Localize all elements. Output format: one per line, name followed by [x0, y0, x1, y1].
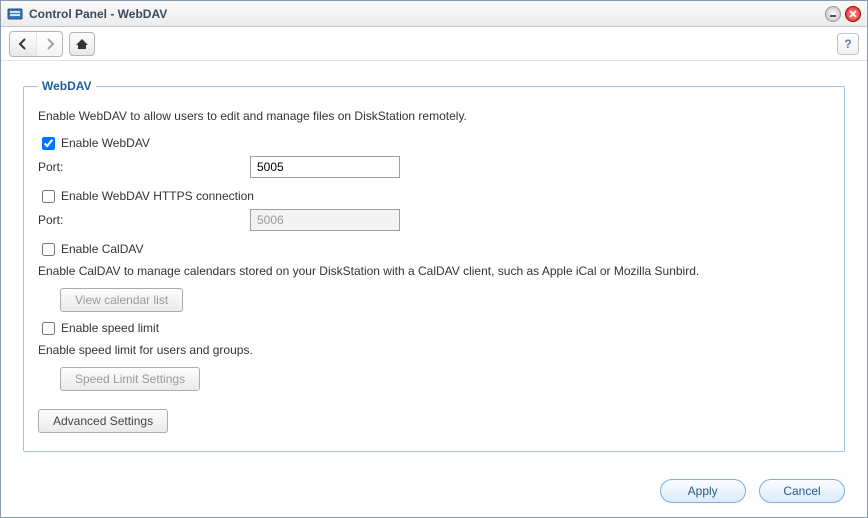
enable-webdav-checkbox[interactable]: [42, 137, 55, 150]
enable-https-row: Enable WebDAV HTTPS connection: [38, 186, 830, 205]
enable-speed-limit-checkbox[interactable]: [42, 322, 55, 335]
enable-caldav-label: Enable CalDAV: [61, 242, 144, 256]
webdav-port-input[interactable]: [250, 156, 400, 178]
content-area: WebDAV Enable WebDAV to allow users to e…: [1, 61, 867, 469]
view-calendar-list-button[interactable]: View calendar list: [60, 288, 183, 312]
https-port-row: Port:: [38, 209, 830, 231]
app-icon: [7, 6, 23, 22]
window-title: Control Panel - WebDAV: [29, 7, 821, 21]
close-button[interactable]: [845, 6, 861, 22]
caldav-note: Enable CalDAV to manage calendars stored…: [38, 262, 830, 280]
toolbar: ?: [1, 27, 867, 61]
speed-limit-button-row: Speed Limit Settings: [60, 367, 830, 391]
speed-limit-settings-button[interactable]: Speed Limit Settings: [60, 367, 200, 391]
help-icon: ?: [844, 37, 851, 51]
enable-webdav-label: Enable WebDAV: [61, 136, 150, 150]
apply-button[interactable]: Apply: [660, 479, 746, 503]
help-button[interactable]: ?: [837, 33, 859, 55]
webdav-port-label: Port:: [38, 160, 250, 174]
advanced-settings-button[interactable]: Advanced Settings: [38, 409, 168, 433]
footer: Apply Cancel: [1, 469, 867, 517]
enable-speed-limit-label: Enable speed limit: [61, 321, 159, 335]
enable-speed-limit-row: Enable speed limit: [38, 318, 830, 337]
forward-button[interactable]: [36, 32, 62, 56]
enable-caldav-checkbox[interactable]: [42, 243, 55, 256]
panel-description: Enable WebDAV to allow users to edit and…: [38, 109, 830, 123]
webdav-panel: WebDAV Enable WebDAV to allow users to e…: [23, 79, 845, 452]
panel-legend: WebDAV: [38, 79, 96, 93]
home-button[interactable]: [69, 32, 95, 56]
title-bar: Control Panel - WebDAV: [1, 1, 867, 27]
enable-caldav-row: Enable CalDAV: [38, 239, 830, 258]
enable-webdav-row: Enable WebDAV: [38, 133, 830, 152]
back-button[interactable]: [10, 32, 36, 56]
enable-https-label: Enable WebDAV HTTPS connection: [61, 189, 254, 203]
cancel-button[interactable]: Cancel: [759, 479, 845, 503]
https-port-label: Port:: [38, 213, 250, 227]
webdav-port-row: Port:: [38, 156, 830, 178]
minimize-button[interactable]: [825, 6, 841, 22]
enable-https-checkbox[interactable]: [42, 190, 55, 203]
control-panel-window: Control Panel - WebDAV ? WebDAV Enable W: [0, 0, 868, 518]
nav-group: [9, 31, 63, 57]
speed-limit-note: Enable speed limit for users and groups.: [38, 341, 830, 359]
caldav-button-row: View calendar list: [60, 288, 830, 312]
https-port-input[interactable]: [250, 209, 400, 231]
